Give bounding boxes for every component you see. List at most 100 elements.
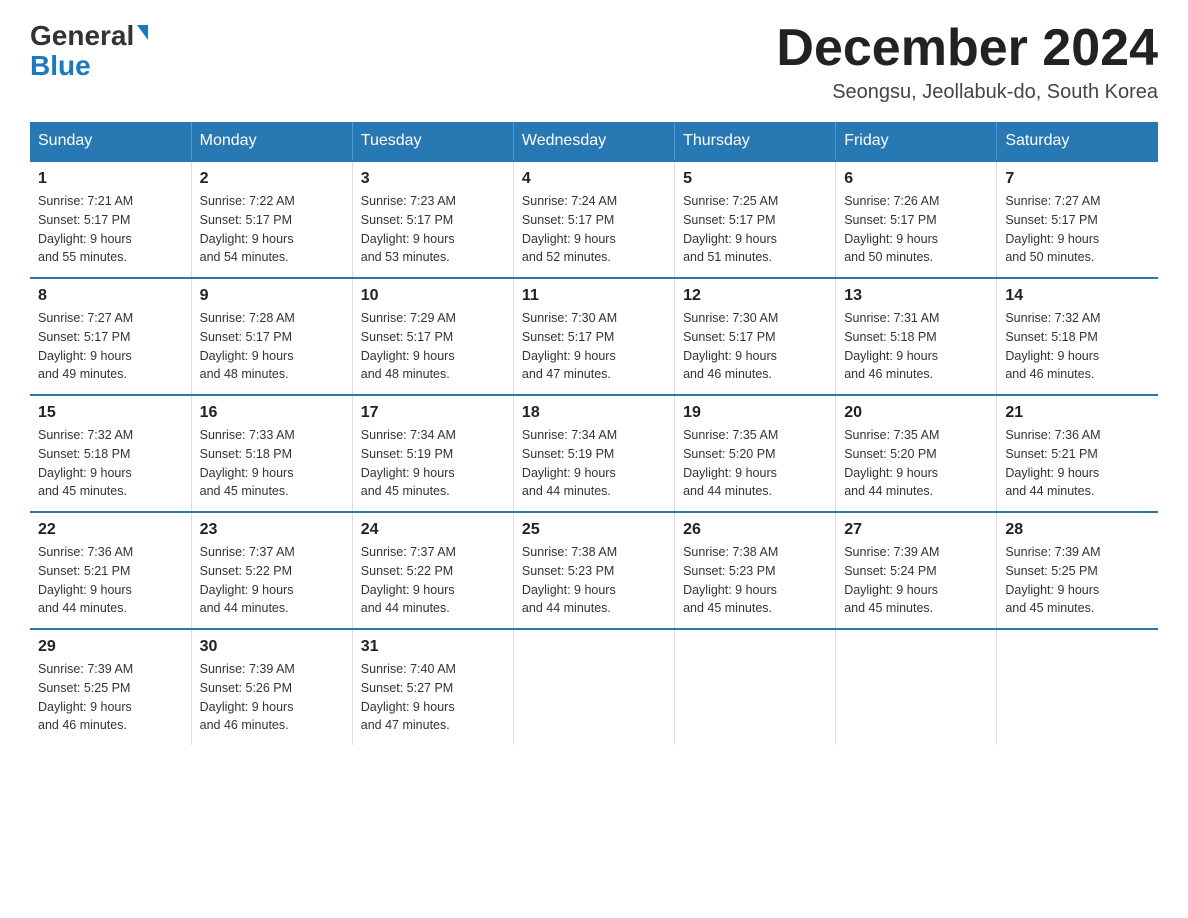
day-number: 10 (361, 287, 505, 305)
cell-week3-day2: 17 Sunrise: 7:34 AM Sunset: 5:19 PM Dayl… (352, 395, 513, 512)
day-info: Sunrise: 7:35 AM Sunset: 5:20 PM Dayligh… (844, 426, 988, 501)
day-number: 21 (1005, 404, 1150, 422)
cell-week2-day2: 10 Sunrise: 7:29 AM Sunset: 5:17 PM Dayl… (352, 278, 513, 395)
day-number: 26 (683, 521, 827, 539)
day-info: Sunrise: 7:25 AM Sunset: 5:17 PM Dayligh… (683, 192, 827, 267)
day-info: Sunrise: 7:21 AM Sunset: 5:17 PM Dayligh… (38, 192, 183, 267)
cell-week5-day3 (513, 629, 674, 745)
cell-week1-day0: 1 Sunrise: 7:21 AM Sunset: 5:17 PM Dayli… (30, 161, 191, 278)
title-block: December 2024 Seongsu, Jeollabuk-do, Sou… (776, 20, 1158, 104)
day-number: 18 (522, 404, 666, 422)
day-info: Sunrise: 7:23 AM Sunset: 5:17 PM Dayligh… (361, 192, 505, 267)
week-row-2: 8 Sunrise: 7:27 AM Sunset: 5:17 PM Dayli… (30, 278, 1158, 395)
day-info: Sunrise: 7:30 AM Sunset: 5:17 PM Dayligh… (683, 309, 827, 384)
day-number: 4 (522, 170, 666, 188)
logo-blue-text: Blue (30, 50, 91, 82)
cell-week3-day5: 20 Sunrise: 7:35 AM Sunset: 5:20 PM Dayl… (836, 395, 997, 512)
day-number: 27 (844, 521, 988, 539)
day-info: Sunrise: 7:24 AM Sunset: 5:17 PM Dayligh… (522, 192, 666, 267)
page-header: General Blue December 2024 Seongsu, Jeol… (30, 20, 1158, 104)
day-number: 30 (200, 638, 344, 656)
day-info: Sunrise: 7:39 AM Sunset: 5:24 PM Dayligh… (844, 543, 988, 618)
day-info: Sunrise: 7:26 AM Sunset: 5:17 PM Dayligh… (844, 192, 988, 267)
day-number: 7 (1005, 170, 1150, 188)
day-info: Sunrise: 7:36 AM Sunset: 5:21 PM Dayligh… (1005, 426, 1150, 501)
cell-week3-day3: 18 Sunrise: 7:34 AM Sunset: 5:19 PM Dayl… (513, 395, 674, 512)
calendar-table: SundayMondayTuesdayWednesdayThursdayFrid… (30, 122, 1158, 745)
logo: General Blue (30, 20, 148, 82)
header-friday: Friday (836, 122, 997, 161)
logo-triangle-icon (137, 25, 148, 40)
day-info: Sunrise: 7:40 AM Sunset: 5:27 PM Dayligh… (361, 660, 505, 735)
header-thursday: Thursday (675, 122, 836, 161)
day-number: 12 (683, 287, 827, 305)
day-number: 16 (200, 404, 344, 422)
header-saturday: Saturday (997, 122, 1158, 161)
location: Seongsu, Jeollabuk-do, South Korea (776, 81, 1158, 104)
day-number: 13 (844, 287, 988, 305)
day-number: 3 (361, 170, 505, 188)
cell-week2-day3: 11 Sunrise: 7:30 AM Sunset: 5:17 PM Dayl… (513, 278, 674, 395)
cell-week2-day0: 8 Sunrise: 7:27 AM Sunset: 5:17 PM Dayli… (30, 278, 191, 395)
day-info: Sunrise: 7:27 AM Sunset: 5:17 PM Dayligh… (38, 309, 183, 384)
cell-week1-day6: 7 Sunrise: 7:27 AM Sunset: 5:17 PM Dayli… (997, 161, 1158, 278)
day-number: 25 (522, 521, 666, 539)
logo-general-text: General (30, 20, 134, 51)
day-number: 19 (683, 404, 827, 422)
cell-week2-day6: 14 Sunrise: 7:32 AM Sunset: 5:18 PM Dayl… (997, 278, 1158, 395)
day-number: 15 (38, 404, 183, 422)
day-info: Sunrise: 7:22 AM Sunset: 5:17 PM Dayligh… (200, 192, 344, 267)
calendar-header-row: SundayMondayTuesdayWednesdayThursdayFrid… (30, 122, 1158, 161)
cell-week2-day1: 9 Sunrise: 7:28 AM Sunset: 5:17 PM Dayli… (191, 278, 352, 395)
day-number: 17 (361, 404, 505, 422)
day-number: 20 (844, 404, 988, 422)
cell-week4-day0: 22 Sunrise: 7:36 AM Sunset: 5:21 PM Dayl… (30, 512, 191, 629)
cell-week2-day5: 13 Sunrise: 7:31 AM Sunset: 5:18 PM Dayl… (836, 278, 997, 395)
cell-week3-day0: 15 Sunrise: 7:32 AM Sunset: 5:18 PM Dayl… (30, 395, 191, 512)
day-info: Sunrise: 7:29 AM Sunset: 5:17 PM Dayligh… (361, 309, 505, 384)
day-number: 11 (522, 287, 666, 305)
day-info: Sunrise: 7:27 AM Sunset: 5:17 PM Dayligh… (1005, 192, 1150, 267)
cell-week5-day1: 30 Sunrise: 7:39 AM Sunset: 5:26 PM Dayl… (191, 629, 352, 745)
day-number: 28 (1005, 521, 1150, 539)
day-info: Sunrise: 7:38 AM Sunset: 5:23 PM Dayligh… (683, 543, 827, 618)
day-number: 29 (38, 638, 183, 656)
logo-general-line: General (30, 20, 148, 52)
cell-week3-day1: 16 Sunrise: 7:33 AM Sunset: 5:18 PM Dayl… (191, 395, 352, 512)
day-number: 23 (200, 521, 344, 539)
day-number: 8 (38, 287, 183, 305)
header-sunday: Sunday (30, 122, 191, 161)
cell-week5-day6 (997, 629, 1158, 745)
cell-week1-day4: 5 Sunrise: 7:25 AM Sunset: 5:17 PM Dayli… (675, 161, 836, 278)
day-info: Sunrise: 7:39 AM Sunset: 5:25 PM Dayligh… (38, 660, 183, 735)
cell-week4-day2: 24 Sunrise: 7:37 AM Sunset: 5:22 PM Dayl… (352, 512, 513, 629)
day-number: 5 (683, 170, 827, 188)
day-info: Sunrise: 7:37 AM Sunset: 5:22 PM Dayligh… (200, 543, 344, 618)
cell-week4-day3: 25 Sunrise: 7:38 AM Sunset: 5:23 PM Dayl… (513, 512, 674, 629)
week-row-1: 1 Sunrise: 7:21 AM Sunset: 5:17 PM Dayli… (30, 161, 1158, 278)
day-info: Sunrise: 7:36 AM Sunset: 5:21 PM Dayligh… (38, 543, 183, 618)
header-monday: Monday (191, 122, 352, 161)
day-number: 9 (200, 287, 344, 305)
day-info: Sunrise: 7:39 AM Sunset: 5:25 PM Dayligh… (1005, 543, 1150, 618)
week-row-5: 29 Sunrise: 7:39 AM Sunset: 5:25 PM Dayl… (30, 629, 1158, 745)
cell-week5-day5 (836, 629, 997, 745)
day-number: 24 (361, 521, 505, 539)
day-info: Sunrise: 7:32 AM Sunset: 5:18 PM Dayligh… (1005, 309, 1150, 384)
cell-week1-day2: 3 Sunrise: 7:23 AM Sunset: 5:17 PM Dayli… (352, 161, 513, 278)
week-row-4: 22 Sunrise: 7:36 AM Sunset: 5:21 PM Dayl… (30, 512, 1158, 629)
cell-week3-day6: 21 Sunrise: 7:36 AM Sunset: 5:21 PM Dayl… (997, 395, 1158, 512)
day-info: Sunrise: 7:37 AM Sunset: 5:22 PM Dayligh… (361, 543, 505, 618)
day-number: 14 (1005, 287, 1150, 305)
day-info: Sunrise: 7:35 AM Sunset: 5:20 PM Dayligh… (683, 426, 827, 501)
cell-week5-day4 (675, 629, 836, 745)
day-info: Sunrise: 7:39 AM Sunset: 5:26 PM Dayligh… (200, 660, 344, 735)
day-number: 2 (200, 170, 344, 188)
cell-week4-day6: 28 Sunrise: 7:39 AM Sunset: 5:25 PM Dayl… (997, 512, 1158, 629)
cell-week5-day2: 31 Sunrise: 7:40 AM Sunset: 5:27 PM Dayl… (352, 629, 513, 745)
cell-week5-day0: 29 Sunrise: 7:39 AM Sunset: 5:25 PM Dayl… (30, 629, 191, 745)
day-info: Sunrise: 7:34 AM Sunset: 5:19 PM Dayligh… (361, 426, 505, 501)
day-number: 31 (361, 638, 505, 656)
day-number: 22 (38, 521, 183, 539)
cell-week4-day1: 23 Sunrise: 7:37 AM Sunset: 5:22 PM Dayl… (191, 512, 352, 629)
